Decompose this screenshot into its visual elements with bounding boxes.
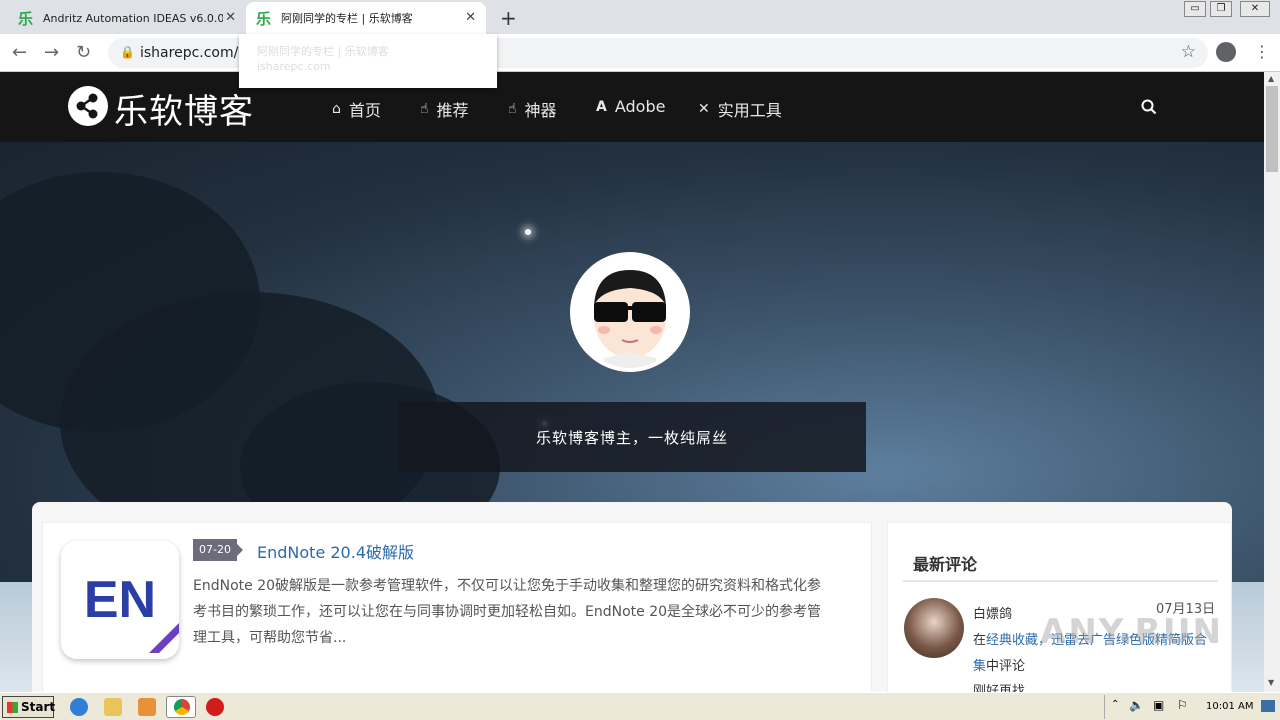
nav-label: Adobe (614, 97, 666, 116)
scroll-up-icon[interactable]: ▲ (1268, 74, 1274, 83)
nav-item-tools[interactable]: ☝ 神器 (508, 97, 557, 121)
tab-tooltip: 阿刚同学的专栏 | 乐软博客 isharepc.com (239, 34, 497, 88)
windows-taskbar: Start ⌃ 🔈 ▣ ⚐ 10:01 AM (0, 692, 1280, 720)
anyrun-watermark: ANY.RUN (1040, 612, 1223, 652)
internet-explorer-icon[interactable] (70, 698, 88, 716)
forward-icon[interactable]: → (44, 42, 59, 63)
nav-item-adobe[interactable]: A Adobe (596, 97, 665, 116)
latest-comments-widget: 最新评论 白嫖鸽 07月13日 在经典收藏，迅雷去广告绿色版精简版合集中评论 刚… (887, 522, 1232, 692)
browser-tab-bar: 乐 Andritz Automation IDEAS v6.0.0破解 ✕ 乐 … (0, 0, 1280, 34)
nav-label: 实用工具 (717, 101, 782, 120)
nav-item-home[interactable]: ⌂ 首页 (332, 97, 381, 121)
thumb-up-icon: ☝ (508, 101, 517, 117)
post-date-badge: 07-20 (193, 539, 243, 561)
taskbar-clock: 10:01 AM (1206, 701, 1254, 712)
star-light (525, 229, 531, 235)
tooltip-title: 阿刚同学的专栏 | 乐软博客 (257, 45, 389, 58)
tools-icon: ✕ (698, 101, 710, 117)
chrome-taskbar-button[interactable] (166, 696, 196, 718)
folder-icon[interactable] (104, 698, 122, 716)
lock-icon[interactable]: 🔒 (120, 45, 135, 59)
tray-expand-icon[interactable]: ⌃ (1111, 699, 1119, 710)
browser-toolbar: ← → ↻ 🔒 isharepc.com/au ☆ (0, 34, 1280, 72)
site-header: 乐软博客 ⌂ 首页 ☝ 推荐 ☝ 神器 A Adobe ✕ 实用工具 (0, 72, 1264, 142)
bookmark-star-icon[interactable]: ☆ (1181, 42, 1196, 62)
post-card: EN 07-20 EndNote 20.4破解版 EndNote 20破解版是一… (42, 522, 872, 692)
tab-favicon: 乐 (18, 9, 34, 28)
comment-suffix: 中评论 (986, 659, 1026, 674)
tab-favicon: 乐 (256, 9, 272, 28)
tab-andritz[interactable]: 乐 Andritz Automation IDEAS v6.0.0破解 ✕ (8, 2, 246, 34)
widget-title: 最新评论 (913, 555, 978, 574)
post-excerpt: EndNote 20破解版是一款参考管理软件，不仅可以让您免于手动收集和整理您的… (193, 578, 822, 646)
post-thumbnail[interactable]: EN (61, 541, 179, 659)
home-icon: ⌂ (332, 101, 341, 117)
thumb-up-icon: ☝ (420, 101, 429, 117)
tooltip-url: isharepc.com (257, 60, 331, 73)
volume-icon[interactable]: 🔈 (1129, 698, 1144, 712)
close-tab-icon[interactable]: ✕ (465, 10, 476, 25)
close-tab-icon[interactable]: ✕ (225, 10, 236, 25)
scroll-down-icon[interactable]: ▼ (1268, 678, 1274, 687)
reload-icon[interactable]: ↻ (76, 42, 91, 63)
scroll-thumb[interactable] (1266, 86, 1278, 172)
maximize-button[interactable]: ❐ (1210, 1, 1232, 17)
nav-item-utilities[interactable]: ✕ 实用工具 (698, 97, 782, 121)
nav-label: 神器 (524, 101, 557, 120)
post-title-link[interactable]: EndNote 20.4破解版 (257, 539, 414, 563)
nav-label: 首页 (348, 101, 381, 120)
stop-icon[interactable] (206, 698, 224, 716)
network-icon[interactable]: ▣ (1153, 698, 1164, 712)
search-icon[interactable] (1141, 99, 1157, 115)
new-tab-button[interactable]: + (500, 6, 517, 30)
tab-title: Andritz Automation IDEAS v6.0.0破解 (43, 12, 224, 25)
widget-divider (903, 580, 1218, 582)
back-icon[interactable]: ← (12, 42, 27, 63)
menu-icon[interactable]: ⋮ (1254, 42, 1270, 61)
author-tagline: 乐软博客博主，一枚纯屌丝 (535, 428, 728, 447)
share-logo-icon[interactable] (68, 86, 108, 126)
chrome-icon (174, 699, 190, 715)
endnote-logo-text: EN (84, 571, 156, 629)
media-player-icon[interactable] (138, 698, 156, 716)
nav-label: 推荐 (436, 101, 469, 120)
minimize-button[interactable]: ▭ (1184, 1, 1206, 17)
author-avatar[interactable] (570, 252, 690, 372)
profile-icon[interactable] (1216, 42, 1236, 62)
start-button[interactable]: Start (2, 696, 55, 718)
tab-title: 阿刚同学的专栏 | 乐软博客 (281, 12, 413, 25)
commenter-avatar[interactable] (904, 598, 964, 658)
commenter-name[interactable]: 白嫖鸽 (973, 603, 1012, 622)
tab-isharepc[interactable]: 乐 阿刚同学的专栏 | 乐软博客 ✕ (246, 2, 486, 34)
comment-body: 刚好再找 (973, 684, 1026, 692)
adobe-icon: A (596, 98, 607, 115)
tagline-box: 乐软博客博主，一枚纯屌丝 (398, 402, 866, 472)
content-area: EN 07-20 EndNote 20.4破解版 EndNote 20破解版是一… (32, 502, 1232, 692)
page-scrollbar[interactable]: ▲ ▼ (1264, 72, 1280, 692)
nav-item-recommend[interactable]: ☝ 推荐 (420, 97, 469, 121)
comment-prefix: 在 (973, 633, 987, 648)
page-viewport: 乐软博客 ⌂ 首页 ☝ 推荐 ☝ 神器 A Adobe ✕ 实用工具 乐软博客博… (0, 72, 1264, 692)
site-logo-text[interactable]: 乐软博客 (114, 84, 254, 133)
window-close-button[interactable]: ✕ (1240, 1, 1270, 17)
show-desktop-icon[interactable] (1261, 700, 1275, 712)
flag-icon[interactable]: ⚐ (1177, 698, 1188, 712)
